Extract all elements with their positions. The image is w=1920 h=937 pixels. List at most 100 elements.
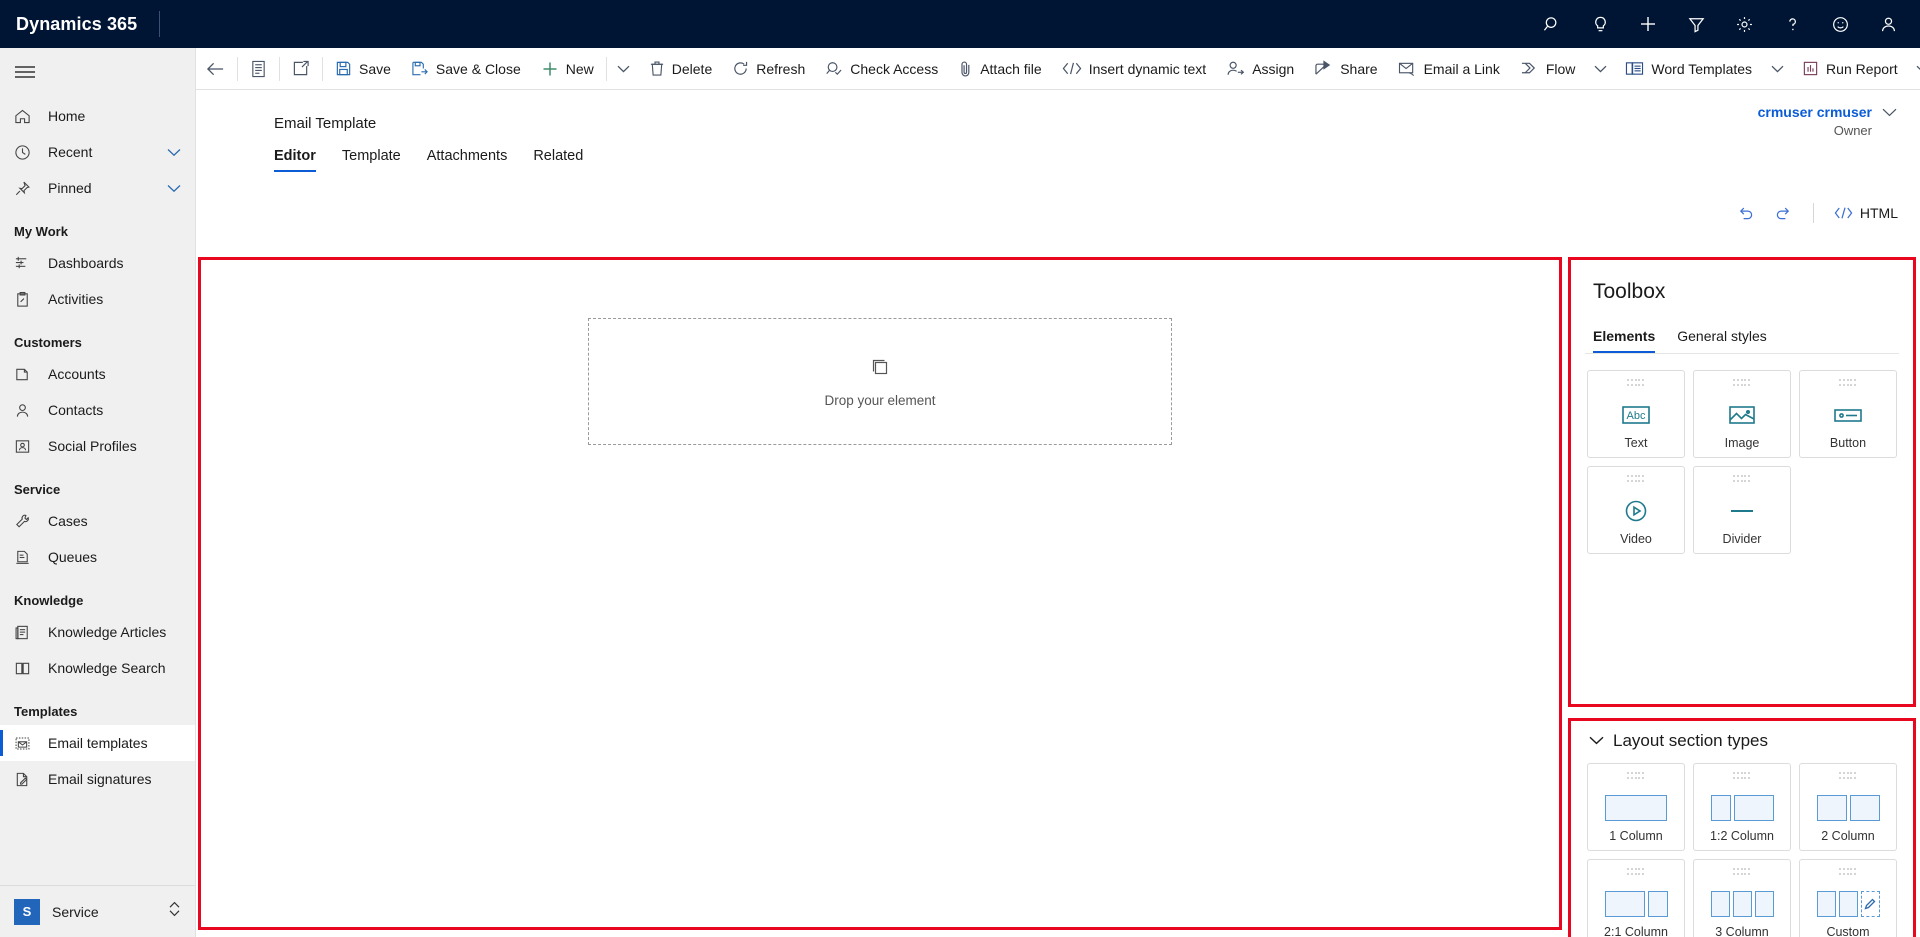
sidebar-item-home[interactable]: Home <box>0 98 195 134</box>
owner-field: crmuser crmuser Owner <box>1712 104 1902 138</box>
element-tile-divider[interactable]: Divider <box>1693 466 1791 554</box>
check-access-label: Check Access <box>850 60 939 77</box>
search-icon[interactable] <box>1528 0 1576 48</box>
drag-grip-icon <box>1733 868 1751 876</box>
sidebar-item-email-signatures[interactable]: Email signatures <box>0 761 195 797</box>
queue-icon <box>14 547 36 567</box>
sidebar-item-pinned[interactable]: Pinned <box>0 170 195 206</box>
lightbulb-icon[interactable] <box>1576 0 1624 48</box>
attach-file-button[interactable]: Attach file <box>948 48 1051 89</box>
email-design-canvas[interactable]: Drop your element <box>198 257 1562 930</box>
gear-icon[interactable] <box>1720 0 1768 48</box>
refresh-button[interactable]: Refresh <box>722 48 815 89</box>
image-element-icon <box>1694 393 1790 436</box>
command-bar: Save Save & Close New Delete Refresh Che… <box>196 48 1920 90</box>
sidebar-item-social-profiles[interactable]: Social Profiles <box>0 428 195 464</box>
layout-tile-1-column[interactable]: 1 Column <box>1587 763 1685 851</box>
new-button[interactable]: New <box>531 48 604 89</box>
layout-tile-1-2-column[interactable]: 1:2 Column <box>1693 763 1791 851</box>
undo-button[interactable] <box>1729 198 1763 228</box>
layout-section-header[interactable]: Layout section types <box>1585 721 1899 751</box>
run-report-label: Run Report <box>1826 60 1898 77</box>
tab-editor[interactable]: Editor <box>274 148 316 172</box>
area-switcher[interactable]: S Service <box>0 885 195 937</box>
popout-button[interactable] <box>282 48 320 89</box>
layout-tile-custom[interactable]: Custom <box>1799 859 1897 937</box>
tab-related[interactable]: Related <box>533 148 583 172</box>
element-tile-text[interactable]: Abc Text <box>1587 370 1685 458</box>
share-button[interactable]: Share <box>1304 48 1387 89</box>
element-tile-video[interactable]: Video <box>1587 466 1685 554</box>
layout-tile-3-column[interactable]: 3 Column <box>1693 859 1791 937</box>
sidebar-item-queues[interactable]: Queues <box>0 539 195 575</box>
sidebar-item-dashboards[interactable]: Dashboards <box>0 245 195 281</box>
sidebar-group-service: Service <box>14 482 61 497</box>
insert-dynamic-text-label: Insert dynamic text <box>1088 60 1207 77</box>
insert-dynamic-text-button[interactable]: Insert dynamic text <box>1052 48 1217 89</box>
sidebar-item-accounts[interactable]: Accounts <box>0 356 195 392</box>
email-signature-icon <box>14 769 36 789</box>
sidebar-item-email-templates[interactable]: Email templates <box>0 725 195 761</box>
owner-name-link[interactable]: crmuser crmuser <box>1712 104 1872 120</box>
check-access-button[interactable]: Check Access <box>815 48 948 89</box>
layout-tile-label: 1 Column <box>1609 829 1663 843</box>
run-report-chevron-down-icon[interactable] <box>1908 48 1920 89</box>
chevron-updown-icon[interactable] <box>168 900 181 923</box>
drop-element-zone[interactable]: Drop your element <box>588 318 1172 445</box>
element-tile-image[interactable]: Image <box>1693 370 1791 458</box>
sidebar-item-knowledge-articles[interactable]: Knowledge Articles <box>0 614 195 650</box>
tab-elements[interactable]: Elements <box>1593 328 1656 353</box>
brand-divider <box>159 11 161 37</box>
owner-chevron-down-icon[interactable] <box>1876 104 1902 117</box>
layout-3-column-icon <box>1694 882 1790 925</box>
plus-icon[interactable] <box>1624 0 1672 48</box>
sidebar-group-knowledge: Knowledge <box>14 593 84 608</box>
layout-2-column-icon <box>1800 786 1896 829</box>
sidebar-item-contacts[interactable]: Contacts <box>0 392 195 428</box>
drop-element-icon <box>869 356 891 383</box>
save-and-close-label: Save & Close <box>435 60 521 77</box>
sidebar-item-recent[interactable]: Recent <box>0 134 195 170</box>
word-templates-button[interactable]: Word Templates <box>1615 48 1762 89</box>
redo-button[interactable] <box>1767 198 1801 228</box>
layout-tile-2-column[interactable]: 2 Column <box>1799 763 1897 851</box>
back-button[interactable] <box>196 48 235 89</box>
knowledge-search-icon <box>14 658 36 678</box>
smiley-icon[interactable] <box>1816 0 1864 48</box>
person-icon[interactable] <box>1864 0 1912 48</box>
sidebar-group-templates: Templates <box>14 704 78 719</box>
form-selector-button[interactable] <box>240 48 277 89</box>
run-report-button[interactable]: Run Report <box>1792 48 1908 89</box>
question-icon[interactable] <box>1768 0 1816 48</box>
layout-section-types-panel: Layout section types 1 Column 1:2 Column <box>1568 718 1916 937</box>
tab-template[interactable]: Template <box>342 148 401 172</box>
flow-button[interactable]: Flow <box>1510 48 1586 89</box>
sidebar-item-cases[interactable]: Cases <box>0 503 195 539</box>
new-overflow-chevron-down-icon[interactable] <box>609 48 639 89</box>
home-icon <box>14 106 36 126</box>
layout-tile-2-1-column[interactable]: 2:1 Column <box>1587 859 1685 937</box>
assign-button[interactable]: Assign <box>1216 48 1304 89</box>
flow-label: Flow <box>1545 60 1576 77</box>
hamburger-menu-icon[interactable] <box>0 48 195 96</box>
tab-attachments[interactable]: Attachments <box>427 148 508 172</box>
html-view-button[interactable]: HTML <box>1826 198 1906 228</box>
sidebar-item-activities[interactable]: Activities <box>0 281 195 317</box>
element-tile-button[interactable]: Button <box>1799 370 1897 458</box>
sidebar-group-customers: Customers <box>14 335 82 350</box>
app-brand: Dynamics 365 <box>16 13 138 34</box>
drag-grip-icon <box>1839 868 1857 876</box>
tab-general-styles[interactable]: General styles <box>1677 328 1766 353</box>
element-tile-grid: Abc Text Image Button Video Divider <box>1585 354 1899 554</box>
save-and-close-button[interactable]: Save & Close <box>401 48 531 89</box>
chevron-down-icon[interactable] <box>167 148 181 157</box>
filter-icon[interactable] <box>1672 0 1720 48</box>
word-templates-chevron-down-icon[interactable] <box>1762 48 1792 89</box>
delete-button[interactable]: Delete <box>639 48 722 89</box>
sidebar-item-knowledge-search[interactable]: Knowledge Search <box>0 650 195 686</box>
chevron-down-icon[interactable] <box>167 184 181 193</box>
chevron-down-icon[interactable] <box>1589 732 1604 750</box>
flow-chevron-down-icon[interactable] <box>1585 48 1615 89</box>
email-a-link-button[interactable]: Email a Link <box>1388 48 1510 89</box>
save-button[interactable]: Save <box>325 48 401 89</box>
